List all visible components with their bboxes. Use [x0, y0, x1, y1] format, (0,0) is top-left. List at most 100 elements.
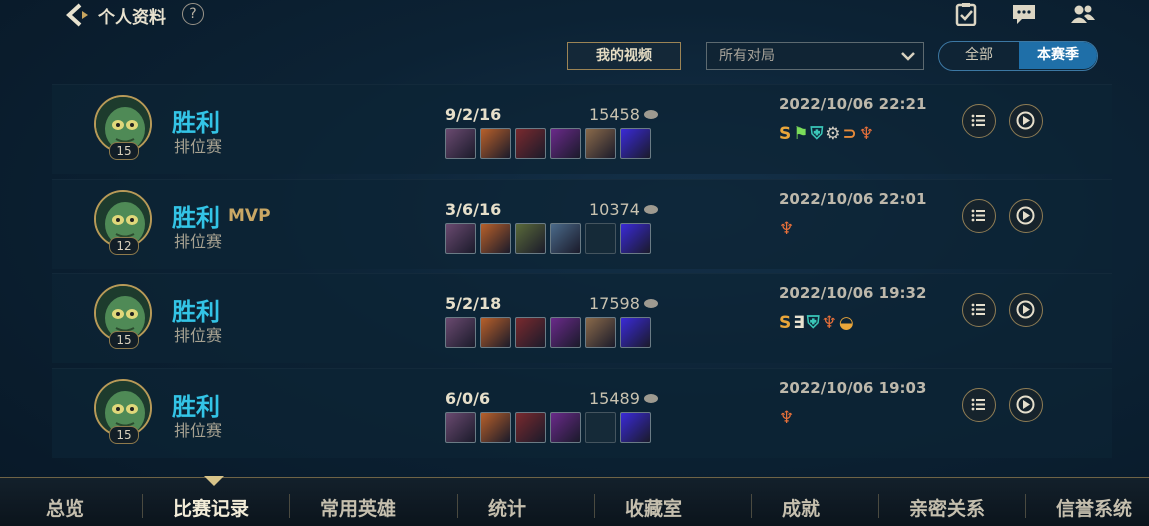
game-mode: 排位赛 [174, 137, 223, 156]
match-row[interactable]: 15 胜利 排位赛 9/2/16 15458 2022/10/06 22:21 … [52, 84, 1112, 174]
item-slot[interactable] [445, 223, 476, 254]
item-slot[interactable] [620, 317, 651, 348]
coin-icon [643, 205, 658, 214]
replay-button[interactable] [1009, 388, 1043, 422]
season-toggle: 全部 本赛季 [938, 41, 1098, 71]
achievement-badge-icon: ◒ [838, 313, 854, 333]
champion-level-badge: 15 [109, 426, 139, 444]
item-list [445, 412, 651, 445]
game-mode: 排位赛 [174, 232, 223, 251]
item-slot[interactable] [585, 128, 616, 159]
item-slot[interactable] [515, 412, 546, 443]
nav-divider [878, 494, 879, 518]
nav-tab[interactable]: 收藏室 [625, 494, 682, 521]
item-slot[interactable] [480, 223, 511, 254]
achievement-badge-icon: ♆ [821, 313, 837, 333]
my-video-button[interactable]: 我的视频 [567, 42, 681, 70]
item-list [445, 223, 651, 256]
replay-button[interactable] [1009, 199, 1043, 233]
nav-divider [142, 494, 143, 518]
match-date: 2022/10/06 19:32 [779, 284, 927, 302]
gold-earned: 15458 [589, 105, 658, 124]
achievement-badge-icon: ♆ [779, 408, 795, 428]
segment-all[interactable]: 全部 [939, 42, 1019, 69]
match-date: 2022/10/06 22:21 [779, 95, 927, 113]
achievement-badge-icon: ∃ [793, 313, 805, 333]
match-row[interactable]: 15 胜利 排位赛 5/2/18 17598 2022/10/06 19:32 … [52, 273, 1112, 363]
coin-icon [643, 110, 658, 119]
replay-play-icon [1016, 111, 1035, 130]
item-slot[interactable] [515, 317, 546, 348]
replay-button[interactable] [1009, 293, 1043, 327]
back-arrow-icon[interactable] [62, 2, 92, 28]
nav-tab[interactable]: 总览 [46, 494, 84, 521]
empty-item-slot [585, 223, 616, 254]
help-icon[interactable]: ? [182, 3, 204, 25]
nav-tab[interactable]: 统计 [488, 494, 526, 521]
item-slot[interactable] [445, 128, 476, 159]
item-slot[interactable] [550, 128, 581, 159]
item-slot[interactable] [515, 223, 546, 254]
replay-button[interactable] [1009, 104, 1043, 138]
task-clipboard-icon[interactable] [953, 2, 979, 26]
item-slot[interactable] [480, 128, 511, 159]
kda: 6/0/6 [445, 389, 491, 408]
replay-play-icon [1016, 206, 1035, 225]
match-details-button[interactable] [962, 199, 996, 233]
achievement-badges: ♆ [779, 408, 794, 428]
gold-value: 15458 [589, 105, 640, 124]
gold-value: 17598 [589, 294, 640, 313]
champion-level-badge: 12 [109, 237, 139, 255]
friends-icon[interactable] [1070, 2, 1096, 26]
nav-divider [594, 494, 595, 518]
achievement-badge-icon: ⚙ [825, 124, 841, 144]
achievement-badge-icon: ⊃ [842, 124, 857, 144]
match-details-button[interactable] [962, 388, 996, 422]
match-date: 2022/10/06 19:03 [779, 379, 927, 397]
list-icon [971, 114, 985, 127]
match-filter-dropdown[interactable]: 所有对局 [706, 42, 924, 70]
item-slot[interactable] [480, 412, 511, 443]
item-slot[interactable] [550, 223, 581, 254]
item-slot[interactable] [515, 128, 546, 159]
achievement-badge-icon: ⛨ [806, 313, 820, 333]
match-details-button[interactable] [962, 104, 996, 138]
gold-value: 15489 [589, 389, 640, 408]
game-mode: 排位赛 [174, 421, 223, 440]
segment-this-season[interactable]: 本赛季 [1019, 42, 1097, 69]
match-row[interactable]: 12 胜利 MVP 排位赛 3/6/16 10374 2022/10/06 22… [52, 179, 1112, 269]
chat-icon[interactable] [1011, 2, 1037, 26]
achievement-badge-icon: S [779, 124, 792, 144]
nav-divider [1025, 494, 1026, 518]
active-tab-marker [204, 476, 224, 486]
achievement-badge-icon: ⚑ [793, 124, 809, 144]
nav-tab[interactable]: 成就 [782, 494, 820, 521]
nav-tab[interactable]: 常用英雄 [320, 494, 396, 521]
nav-tab[interactable]: 信誉系统 [1056, 494, 1132, 521]
nav-tab[interactable]: 比赛记录 [173, 494, 249, 521]
match-date: 2022/10/06 22:01 [779, 190, 927, 208]
gold-earned: 10374 [589, 200, 658, 219]
item-slot[interactable] [550, 412, 581, 443]
bottom-nav: 总览 比赛记录 常用英雄 统计 收藏室 成就 亲密关系 信誉系统 [0, 477, 1149, 526]
item-slot[interactable] [620, 128, 651, 159]
list-icon [971, 209, 985, 222]
match-details-button[interactable] [962, 293, 996, 327]
achievement-badges: S ⚑ ⛨ ⚙ ⊃ ♆ [779, 124, 874, 144]
nav-tab[interactable]: 亲密关系 [909, 494, 985, 521]
item-slot[interactable] [480, 317, 511, 348]
achievement-badge-icon: ♆ [779, 219, 795, 239]
item-slot[interactable] [620, 223, 651, 254]
item-slot[interactable] [550, 317, 581, 348]
filter-value: 所有对局 [719, 48, 775, 64]
item-slot[interactable] [585, 317, 616, 348]
game-mode: 排位赛 [174, 326, 223, 345]
item-slot[interactable] [620, 412, 651, 443]
replay-play-icon [1016, 300, 1035, 319]
match-row[interactable]: 15 胜利 排位赛 6/0/6 15489 2022/10/06 19:03 ♆ [52, 368, 1112, 458]
achievement-badges: ♆ [779, 219, 794, 239]
item-slot[interactable] [445, 317, 476, 348]
achievement-badge-icon: ⛨ [810, 124, 824, 144]
coin-icon [643, 299, 658, 308]
item-slot[interactable] [445, 412, 476, 443]
